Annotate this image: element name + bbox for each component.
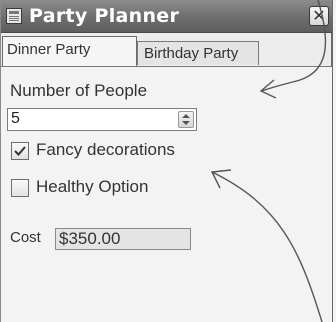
- app-window-icon: [6, 8, 22, 24]
- dinner-party-panel: Number of People 5 Fancy decorations Hea…: [1, 66, 332, 322]
- cost-field: $350.00: [55, 228, 191, 250]
- fancy-decorations-label[interactable]: Fancy decorations: [36, 140, 175, 160]
- healthy-option-label[interactable]: Healthy Option: [36, 177, 148, 197]
- number-of-people-stepper[interactable]: 5: [7, 108, 197, 131]
- close-button[interactable]: ✕: [309, 6, 329, 26]
- cost-label: Cost: [10, 229, 41, 246]
- tab-birthday-party[interactable]: Birthday Party: [137, 41, 259, 65]
- tab-dinner-party[interactable]: Dinner Party: [2, 36, 137, 66]
- fancy-decorations-checkbox[interactable]: [11, 142, 29, 160]
- healthy-option-checkbox[interactable]: [11, 179, 29, 197]
- title-bar[interactable]: Party Planner ✕: [1, 0, 332, 33]
- checkmark-icon: [14, 146, 26, 156]
- party-planner-window: Party Planner ✕ Dinner Party Birthday Pa…: [0, 0, 333, 322]
- window-title: Party Planner: [29, 5, 180, 27]
- number-of-people-value[interactable]: 5: [11, 110, 20, 128]
- number-of-people-label: Number of People: [10, 81, 148, 100]
- spin-up-down-icon[interactable]: [178, 111, 194, 128]
- tab-strip: Dinner Party Birthday Party: [1, 33, 332, 67]
- screenshot-stage: Party Planner ✕ Dinner Party Birthday Pa…: [0, 0, 336, 322]
